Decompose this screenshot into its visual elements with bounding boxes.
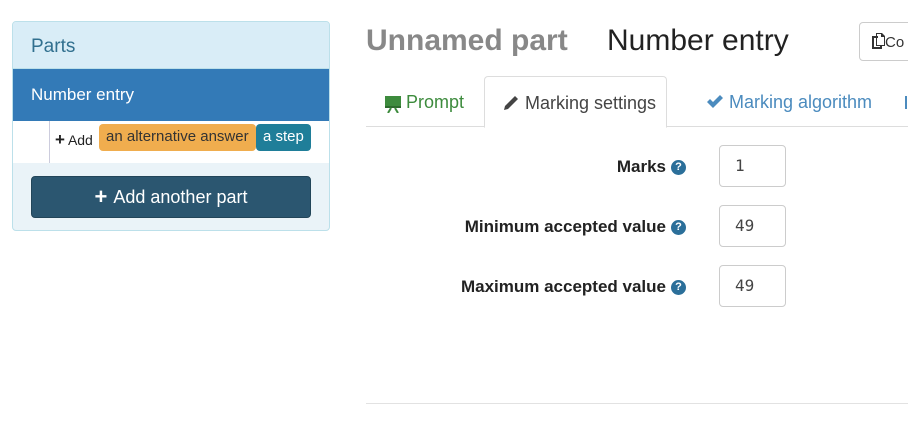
copy-button[interactable]: Co [859, 22, 908, 61]
divider [366, 403, 908, 404]
copy-label: Co [885, 34, 905, 51]
add-step-button[interactable]: a step [256, 124, 311, 151]
tab-marking-settings[interactable]: Marking settings [484, 76, 667, 128]
minimum-accepted-value-label: Minimum accepted value ? [465, 217, 686, 237]
parts-header: Parts [13, 22, 329, 69]
pencil-icon [504, 96, 518, 110]
add-another-part-button[interactable]: + Add another part [31, 176, 311, 218]
help-icon[interactable]: ? [671, 279, 686, 295]
minimum-label-text: Minimum accepted value [464, 217, 666, 236]
plus-icon: + [94, 184, 108, 209]
easel-icon [385, 96, 401, 113]
add-text: Add [67, 131, 93, 148]
marks-label: Marks ? [617, 157, 686, 177]
maximum-accepted-value-input[interactable]: 49 [719, 265, 786, 307]
add-subpart-row: + Add an alternative answer a step [13, 121, 329, 163]
check-icon [707, 95, 723, 108]
add-another-part-label: Add another part [113, 186, 248, 207]
tab-overflow-partial[interactable] [903, 76, 908, 127]
tree-line [49, 121, 50, 163]
tab-marking-algorithm[interactable]: Marking algorithm [706, 76, 872, 127]
add-alternative-answer-button[interactable]: an alternative answer [99, 124, 256, 151]
plus-icon: + [55, 130, 65, 149]
maximum-label-text: Maximum accepted value [460, 277, 666, 296]
sidebar-item-number-entry[interactable]: Number entry [13, 69, 329, 121]
partial-tab-icon [905, 96, 907, 109]
help-icon[interactable]: ? [671, 159, 686, 175]
tab-prompt[interactable]: Prompt [385, 76, 464, 127]
copy-icon [872, 33, 885, 49]
marks-label-text: Marks [616, 157, 666, 176]
part-type-title: Number entry [607, 24, 789, 57]
tab-marking-algorithm-label: Marking algorithm [729, 92, 873, 112]
minimum-accepted-value-input[interactable]: 49 [719, 205, 786, 247]
marks-input[interactable]: 1 [719, 145, 786, 187]
part-name-title[interactable]: Unnamed part [366, 24, 568, 58]
tab-marking-settings-label: Marking settings [525, 93, 657, 113]
parts-panel: Parts Number entry + Add an alternative … [12, 21, 330, 231]
editor-tabs: Prompt Marking settings Marking algorith… [366, 76, 908, 128]
tab-prompt-label: Prompt [406, 92, 465, 112]
help-icon[interactable]: ? [671, 219, 686, 235]
add-label: + Add [55, 131, 93, 148]
maximum-accepted-value-label: Maximum accepted value ? [461, 277, 686, 297]
